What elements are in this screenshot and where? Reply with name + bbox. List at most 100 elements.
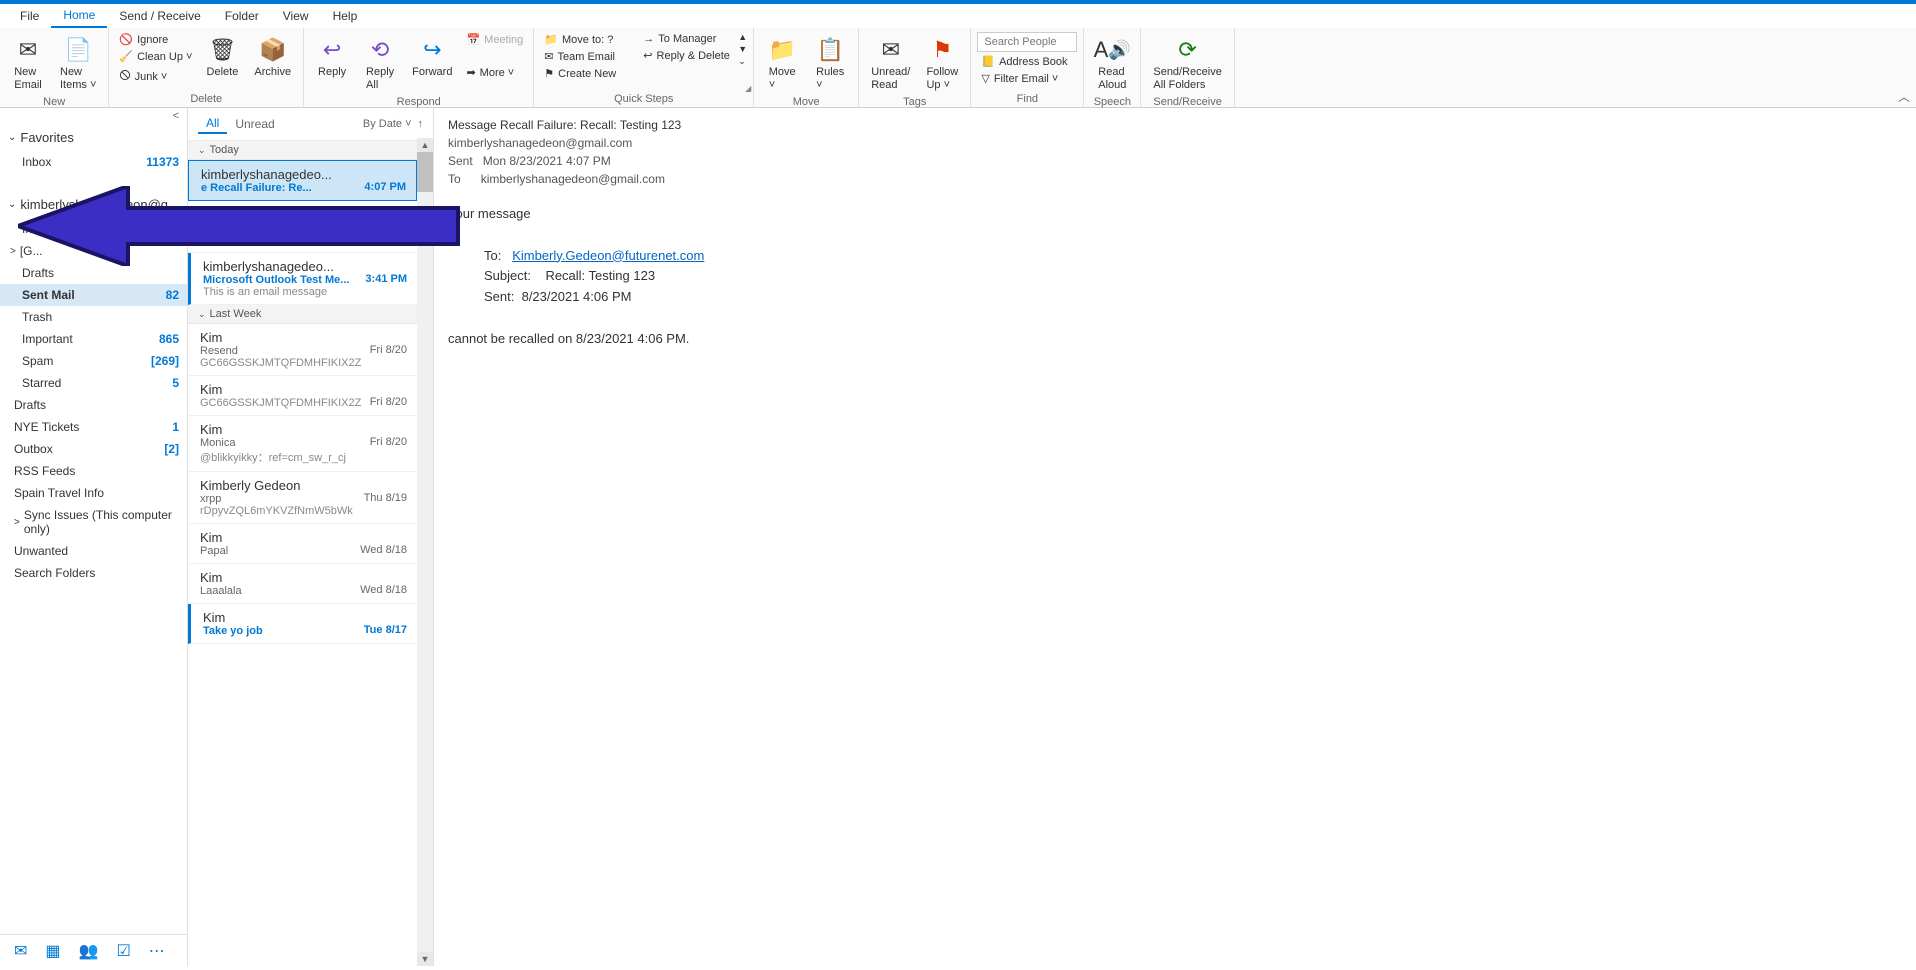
reply-button[interactable]: ↩Reply (310, 32, 354, 81)
message-item[interactable]: KimResendGC66GSSKJMTQFDMHFIKIX2ZFri 8/20 (188, 324, 417, 376)
message-preview: This is an email message (203, 286, 407, 298)
unread-read-button[interactable]: ✉Unread/ Read (865, 32, 916, 94)
folder-item-drafts[interactable]: Drafts (0, 262, 187, 284)
folder-item-unwanted[interactable]: Unwanted (0, 540, 187, 562)
calendar-nav-icon[interactable]: ▦ (45, 941, 60, 961)
message-item[interactable]: KimGC66GSSKJMTQFDMHFIKIX2ZFri 8/20 (188, 376, 417, 416)
ribbon-group-tags: ✉Unread/ Read ⚑Follow Up ˅ Tags (859, 28, 971, 107)
message-preview: @blikkyikky：ref=cm_sw_r_cj (200, 449, 407, 465)
ribbon-collapse-button[interactable]: ︿ (1898, 88, 1910, 105)
folder-item-important[interactable]: Important865 (0, 328, 187, 350)
menu-tab-folder[interactable]: Folder (213, 5, 271, 27)
send-receive-all-button[interactable]: ⟳Send/Receive All Folders (1147, 32, 1228, 94)
folder-item-search-folders[interactable]: Search Folders (0, 562, 187, 584)
quickstep-up-icon[interactable]: ▲ (738, 32, 747, 42)
msglist-tab-unread[interactable]: Unread (227, 115, 282, 133)
menu-tab-file[interactable]: File (8, 5, 51, 27)
account-header[interactable]: ⌄kimberlyshanagedeon@g... (0, 191, 187, 218)
address-book-button[interactable]: 📒Address Book (977, 54, 1077, 69)
message-item[interactable]: KimLaaalalaWed 8/18 (188, 564, 417, 604)
menu-tab-view[interactable]: View (271, 5, 321, 27)
cleanup-button[interactable]: 🧹Clean Up ˅ (115, 49, 196, 64)
message-from: Kim (200, 530, 407, 545)
quickstep-expand-icon[interactable]: ⌄ (738, 56, 747, 67)
body-subject-label: Subject: (484, 268, 531, 283)
msglist-scrollbar[interactable]: ▲ ▼ (417, 138, 433, 966)
new-items-button[interactable]: 📄 New Items ˅ (54, 32, 102, 94)
message-from: Kim (200, 330, 407, 345)
ribbon-label-tags: Tags (865, 94, 964, 110)
message-time: Wed 8/18 (360, 584, 407, 596)
message-item[interactable]: kimberlyshanagedeo...e Recall Failure: R… (188, 160, 417, 201)
main-area: < ⌄Favorites Inbox11373 ⌄kimberlyshanage… (0, 108, 1916, 966)
message-item[interactable]: KimMonica@blikkyikky：ref=cm_sw_r_cjFri 8… (188, 416, 417, 472)
ignore-icon: 🚫 (119, 33, 133, 46)
rules-icon: 📋 (814, 34, 846, 66)
message-list-pane: All Unread By Date ˅ ↑ ⌄Todaykimberlysha… (188, 108, 434, 966)
to-manager-quickstep[interactable]: →To Manager (639, 32, 734, 46)
followup-button[interactable]: ⚑Follow Up ˅ (920, 32, 964, 94)
more-nav-icon[interactable]: ⋯ (149, 941, 165, 961)
reply-delete-quickstep[interactable]: ↩Reply & Delete (639, 48, 734, 63)
folder-item-outbox[interactable]: Outbox[2] (0, 438, 187, 460)
folder-item-nye-tickets[interactable]: NYE Tickets1 (0, 416, 187, 438)
mail-nav-icon[interactable]: ✉ (14, 941, 27, 961)
ignore-button[interactable]: 🚫Ignore (115, 32, 196, 47)
message-item[interactable]: Kimberly GedeonxrpprDpyvZQL6mYKVZfNmW5bW… (188, 472, 417, 524)
folder-item-sync-issues-this-computer-only-[interactable]: >Sync Issues (This computer only) (0, 504, 187, 540)
favorites-header[interactable]: ⌄Favorites (0, 124, 187, 151)
folder-item-sent-mail[interactable]: Sent Mail82 (0, 284, 187, 306)
rules-button[interactable]: 📋Rules ˅ (808, 32, 852, 94)
ribbon-group-sendreceive: ⟳Send/Receive All Folders Send/Receive (1141, 28, 1235, 107)
folder-item-spam[interactable]: Spam[269] (0, 350, 187, 372)
delete-button[interactable]: 🗑 Delete (200, 32, 244, 81)
body-line-cannot-recall: cannot be recalled on 8/23/2021 4:06 PM. (448, 329, 1902, 350)
scroll-up-icon[interactable]: ▲ (417, 138, 433, 152)
msglist-group-last-week[interactable]: ⌄Last Week (188, 305, 417, 324)
junk-button[interactable]: 🛇Junk ˅ (115, 66, 196, 87)
message-time: Fri 8/20 (370, 436, 407, 448)
archive-button[interactable]: 📦 Archive (248, 32, 297, 81)
message-item[interactable]: kimberlyshanagedeo...Microsoft Outlook T… (188, 253, 417, 305)
folder-item-rss-feeds[interactable]: RSS Feeds (0, 460, 187, 482)
message-item[interactable]: KimTake yo jobTue 8/17 (188, 604, 417, 644)
msglist-group-today[interactable]: ⌄Today (188, 141, 417, 160)
sort-by-date[interactable]: By Date ˅ (363, 118, 412, 130)
moveto-quickstep[interactable]: 📁Move to: ? (540, 32, 635, 47)
menu-tab-home[interactable]: Home (51, 4, 107, 28)
new-email-button[interactable]: ✉ New Email (6, 32, 50, 94)
folder-item-trash[interactable]: Trash (0, 306, 187, 328)
quicksteps-dialog-launcher[interactable]: ◢ (745, 84, 751, 93)
menu-tab-help[interactable]: Help (321, 5, 370, 27)
scroll-down-icon[interactable]: ▼ (417, 952, 433, 966)
message-item[interactable]: KimPapalWed 8/18 (188, 524, 417, 564)
folder-pane-collapse[interactable]: < (0, 108, 187, 124)
search-people-input[interactable] (977, 32, 1077, 52)
folder-item-starred[interactable]: Starred5 (0, 372, 187, 394)
quickstep-down-icon[interactable]: ▼ (738, 44, 747, 54)
people-nav-icon[interactable]: 👥 (79, 941, 99, 961)
read-aloud-button[interactable]: A🔊Read Aloud (1090, 32, 1134, 94)
more-respond-button[interactable]: ➡More ˅ (462, 65, 527, 80)
message-item[interactable]: KimberlyShanaGede...Testing 123From: Goo… (188, 201, 417, 253)
folder-item-inbox[interactable]: Inbox (0, 218, 187, 240)
body-to-link[interactable]: Kimberly.Gedeon@futurenet.com (512, 248, 704, 263)
reply-all-button[interactable]: ⟲Reply All (358, 32, 402, 94)
menu-tabs: File Home Send / Receive Folder View Hel… (0, 0, 1916, 28)
folder-item-spain-travel-info[interactable]: Spain Travel Info (0, 482, 187, 504)
sort-direction-icon[interactable]: ↑ (418, 118, 424, 130)
folder-item-drafts[interactable]: Drafts (0, 394, 187, 416)
filter-email-button[interactable]: ▽Filter Email ˅ (977, 71, 1077, 86)
envelope-open-icon: ✉ (875, 34, 907, 66)
move-button[interactable]: 📁Move ˅ (760, 32, 804, 94)
forward-button[interactable]: ↪Forward (406, 32, 458, 81)
meeting-button[interactable]: 📅Meeting (462, 32, 527, 47)
folder-item--g-[interactable]: >[G... (0, 240, 187, 262)
menu-tab-send-receive[interactable]: Send / Receive (107, 5, 212, 27)
msglist-tab-all[interactable]: All (198, 114, 227, 134)
team-email-quickstep[interactable]: ✉Team Email (540, 49, 635, 64)
tasks-nav-icon[interactable]: ☑ (116, 941, 130, 961)
scrollbar-thumb[interactable] (417, 152, 433, 192)
folder-favorites-inbox[interactable]: Inbox11373 (0, 151, 187, 173)
create-new-quickstep[interactable]: ⚑Create New (540, 66, 635, 81)
